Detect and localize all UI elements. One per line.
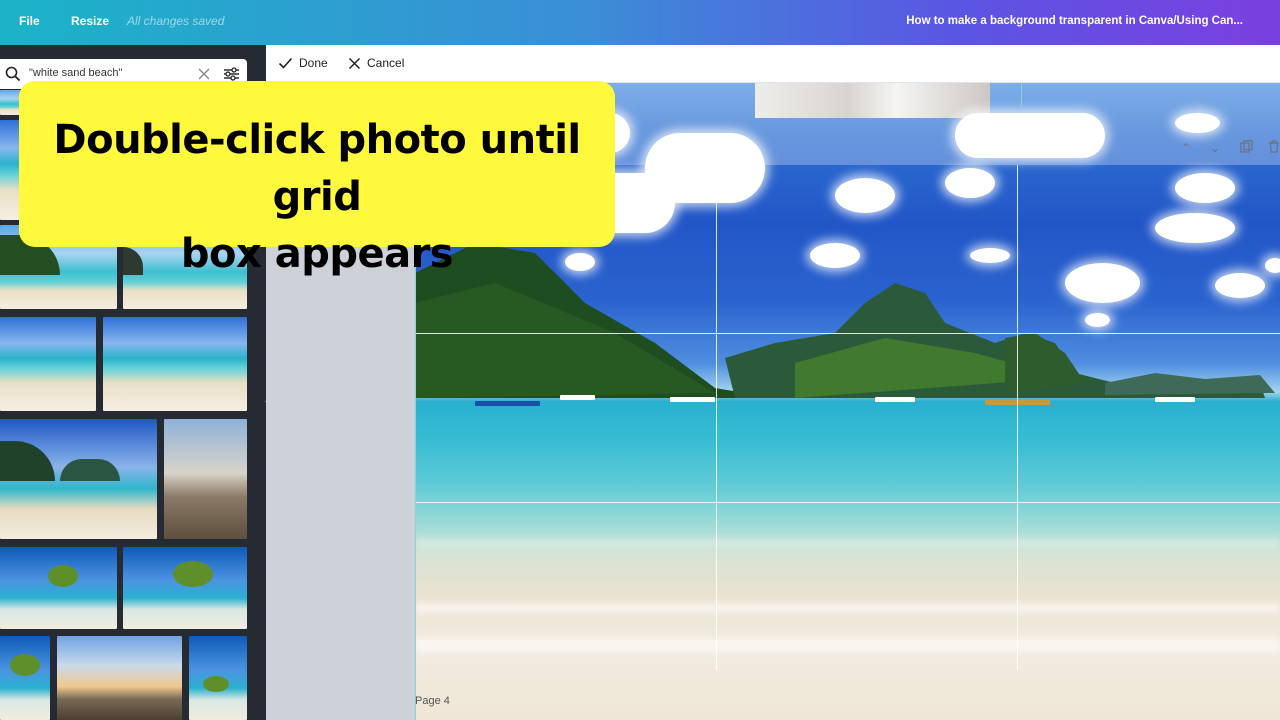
close-icon xyxy=(348,57,361,70)
crop-grid-line xyxy=(716,165,717,670)
document-title[interactable]: How to make a background transparent in … xyxy=(906,15,1243,27)
photo-thumbnail[interactable] xyxy=(0,419,157,539)
search-icon xyxy=(5,66,21,87)
chevron-up-icon[interactable]: ⌃ xyxy=(1181,141,1191,155)
callout-line-1: Double-click photo until grid xyxy=(53,117,581,220)
photo-thumbnail[interactable] xyxy=(164,419,247,539)
callout-line-2: box appears xyxy=(180,231,454,277)
cancel-button[interactable]: Cancel xyxy=(348,56,404,70)
trash-icon[interactable] xyxy=(1268,140,1280,156)
photo-thumbnail[interactable] xyxy=(0,547,117,629)
photo-thumbnail[interactable] xyxy=(0,317,96,411)
crop-grid-line xyxy=(1021,83,1022,107)
photo-thumbnail[interactable] xyxy=(123,547,247,629)
check-icon xyxy=(278,57,293,69)
photo-thumbnail[interactable] xyxy=(103,317,247,411)
crop-grid-line xyxy=(415,333,1280,334)
page-label: Page 4 xyxy=(415,695,450,707)
cancel-label: Cancel xyxy=(367,56,405,70)
duplicate-icon[interactable] xyxy=(1240,140,1253,156)
crop-grid-line xyxy=(415,502,1280,503)
crop-toolbar: Done Cancel xyxy=(266,45,1280,83)
file-menu[interactable]: File xyxy=(19,14,40,28)
save-status: All changes saved xyxy=(127,14,225,28)
photo-thumbnail[interactable] xyxy=(0,636,50,720)
chevron-down-icon[interactable]: ⌄ xyxy=(1210,141,1220,155)
top-bar: File Resize All changes saved How to mak… xyxy=(0,0,1280,45)
crop-grid-line xyxy=(1017,165,1018,670)
photo-thumbnail[interactable] xyxy=(57,636,182,720)
photo-thumbnail[interactable] xyxy=(189,636,247,720)
resize-menu[interactable]: Resize xyxy=(71,14,109,28)
done-label: Done xyxy=(299,56,328,70)
instruction-callout: Double-click photo until grid box appear… xyxy=(19,81,615,277)
search-input[interactable]: "white sand beach" xyxy=(29,67,122,79)
done-button[interactable]: Done xyxy=(278,56,328,70)
